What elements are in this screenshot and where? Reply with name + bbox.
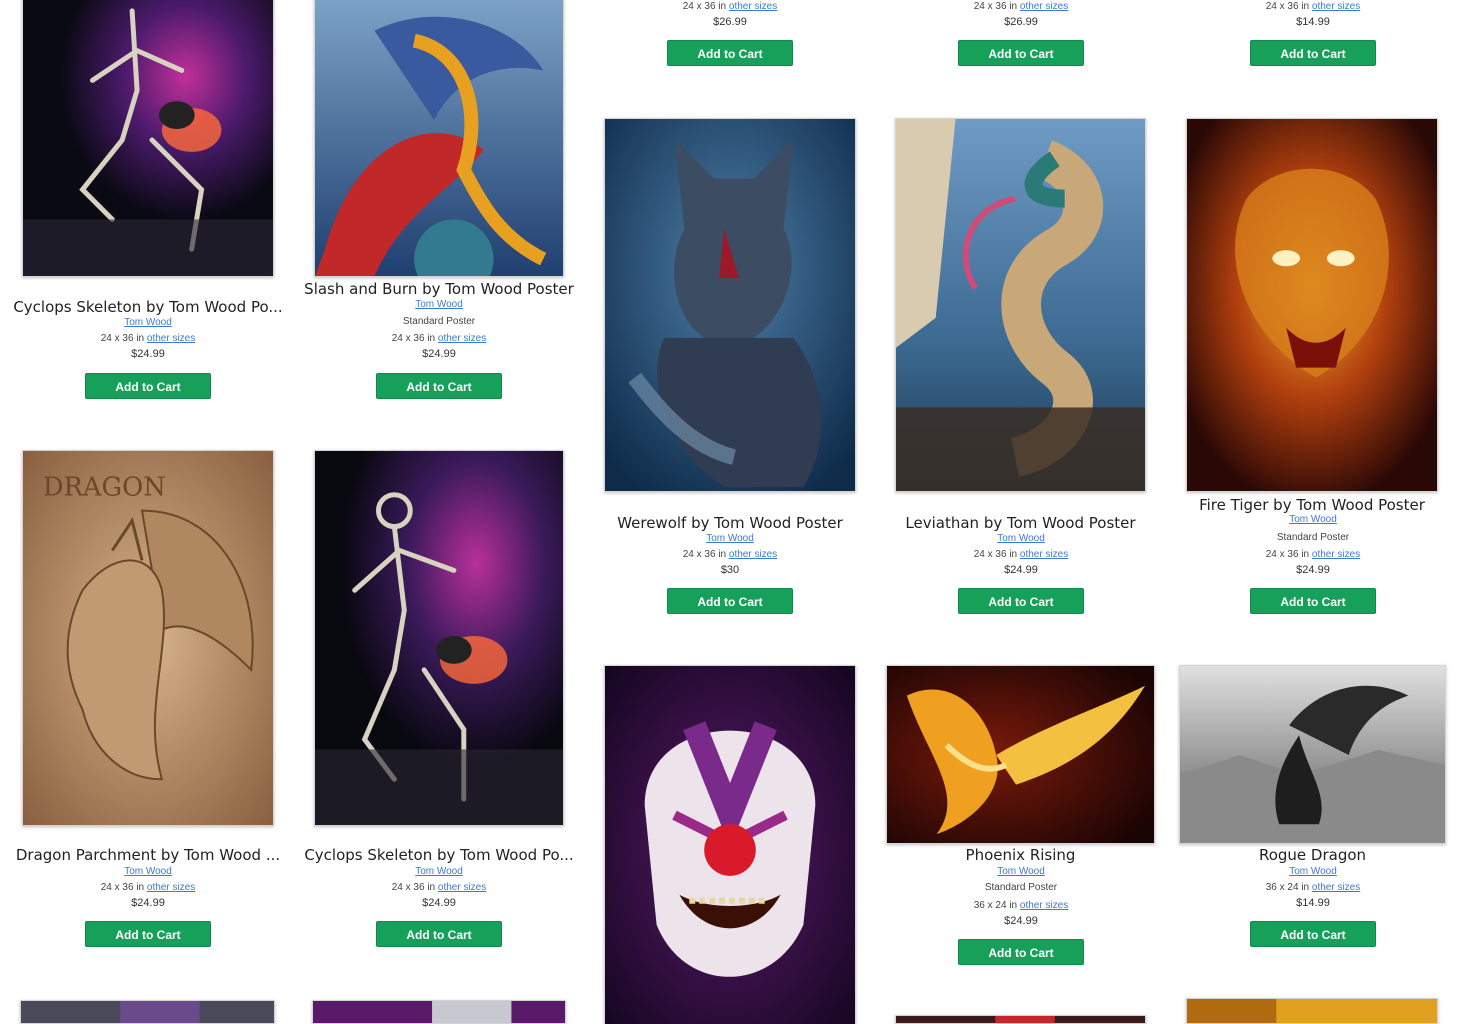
- product-image-slash-and-burn[interactable]: [314, 0, 564, 277]
- other-sizes-link[interactable]: other sizes: [438, 882, 486, 893]
- other-sizes-link[interactable]: other sizes: [1312, 1, 1360, 12]
- product-price: $14.99: [1296, 897, 1330, 909]
- product-size-line: 24 x 36 in other sizes: [100, 333, 196, 344]
- product-price: $24.99: [422, 897, 456, 909]
- add-to-cart-button[interactable]: Add to Cart: [958, 588, 1084, 614]
- add-to-cart-button[interactable]: Add to Cart: [958, 40, 1084, 66]
- poster-type: Standard Poster: [402, 316, 476, 327]
- product-title[interactable]: Slash and Burn by Tom Wood Poster: [304, 280, 574, 298]
- product-price: $24.99: [422, 348, 456, 360]
- product-image-partial[interactable]: [20, 1000, 275, 1024]
- add-to-cart-button[interactable]: Add to Cart: [667, 588, 793, 614]
- product-price: $24.99: [1296, 564, 1330, 576]
- product-title[interactable]: Leviathan by Tom Wood Poster: [895, 514, 1146, 532]
- brand-link[interactable]: Tom Wood: [376, 866, 502, 878]
- product-size-line: 36 x 24 in other sizes: [1265, 882, 1361, 893]
- other-sizes-link[interactable]: other sizes: [1020, 1, 1068, 12]
- product-price: $14.99: [1296, 16, 1330, 28]
- product-price: $26.99: [713, 16, 747, 28]
- product-image-partial[interactable]: [895, 1015, 1146, 1024]
- brand-link[interactable]: Tom Wood: [85, 317, 211, 329]
- add-to-cart-button[interactable]: Add to Cart: [85, 373, 211, 399]
- product-image-dragon-parchment[interactable]: DRAGON: [22, 450, 274, 826]
- add-to-cart-button[interactable]: Add to Cart: [1250, 921, 1376, 947]
- product-size-line: 24 x 36 in other sizes: [1265, 549, 1361, 560]
- brand-link[interactable]: Tom Wood: [85, 866, 211, 878]
- product-size-line: 24 x 36 in other sizes: [682, 1, 778, 12]
- other-sizes-link[interactable]: other sizes: [147, 333, 195, 344]
- product-image-rogue-dragon[interactable]: [1179, 665, 1446, 844]
- product-size-line: 24 x 36 in other sizes: [391, 333, 487, 344]
- other-sizes-link[interactable]: other sizes: [1020, 549, 1068, 560]
- product-size-line: 24 x 36 in other sizes: [973, 549, 1069, 560]
- other-sizes-link[interactable]: other sizes: [729, 549, 777, 560]
- product-title[interactable]: Werewolf by Tom Wood Poster: [604, 514, 856, 532]
- other-sizes-link[interactable]: other sizes: [1312, 882, 1360, 893]
- brand-link[interactable]: Tom Wood: [958, 533, 1084, 545]
- product-title[interactable]: Dragon Parchment by Tom Wood ...: [10, 846, 286, 864]
- other-sizes-link[interactable]: other sizes: [729, 1, 777, 12]
- product-image-cyclops-skeleton[interactable]: [22, 0, 274, 277]
- product-price: $24.99: [1004, 915, 1038, 927]
- product-title[interactable]: Fire Tiger by Tom Wood Poster: [1186, 496, 1438, 514]
- product-image-cyclops-skeleton[interactable]: [314, 450, 564, 826]
- product-image-clown[interactable]: [604, 665, 856, 1024]
- product-title[interactable]: Phoenix Rising: [886, 846, 1155, 864]
- product-size-line: 24 x 36 in other sizes: [973, 1, 1069, 12]
- add-to-cart-button[interactable]: Add to Cart: [376, 921, 502, 947]
- product-image-phoenix-rising[interactable]: [886, 665, 1155, 844]
- product-image-partial[interactable]: [1186, 998, 1438, 1024]
- product-price: $24.99: [131, 348, 165, 360]
- add-to-cart-button[interactable]: Add to Cart: [958, 939, 1084, 965]
- product-size-line: 24 x 36 in other sizes: [1265, 1, 1361, 12]
- other-sizes-link[interactable]: other sizes: [1312, 549, 1360, 560]
- product-image-werewolf[interactable]: [604, 118, 856, 492]
- brand-link[interactable]: Tom Wood: [958, 866, 1084, 878]
- add-to-cart-button[interactable]: Add to Cart: [1250, 40, 1376, 66]
- dragon-art-label: DRAGON: [43, 473, 166, 503]
- poster-type: Standard Poster: [984, 882, 1058, 893]
- product-size-line: 24 x 36 in other sizes: [100, 882, 196, 893]
- add-to-cart-button[interactable]: Add to Cart: [376, 373, 502, 399]
- product-image-partial[interactable]: [312, 1000, 566, 1024]
- product-size-line: 24 x 36 in other sizes: [391, 882, 487, 893]
- product-image-fire-tiger[interactable]: [1186, 118, 1438, 492]
- product-size-line: 24 x 36 in other sizes: [682, 549, 778, 560]
- product-title[interactable]: Cyclops Skeleton by Tom Wood Po...: [302, 846, 576, 864]
- other-sizes-link[interactable]: other sizes: [438, 333, 486, 344]
- product-image-leviathan[interactable]: [895, 118, 1146, 492]
- product-grid-page: 24 x 36 in other sizes $26.99 Add to Car…: [0, 0, 1470, 1024]
- product-price: $26.99: [1004, 16, 1038, 28]
- brand-link[interactable]: Tom Wood: [376, 299, 502, 311]
- add-to-cart-button[interactable]: Add to Cart: [85, 921, 211, 947]
- product-price: $30: [720, 564, 740, 576]
- other-sizes-link[interactable]: other sizes: [1020, 900, 1068, 911]
- add-to-cart-button[interactable]: Add to Cart: [1250, 588, 1376, 614]
- other-sizes-link[interactable]: other sizes: [147, 882, 195, 893]
- brand-link[interactable]: Tom Wood: [1250, 866, 1376, 878]
- brand-link[interactable]: Tom Wood: [1250, 514, 1376, 526]
- poster-type: Standard Poster: [1276, 532, 1350, 543]
- add-to-cart-button[interactable]: Add to Cart: [667, 40, 793, 66]
- product-size-line: 36 x 24 in other sizes: [973, 900, 1069, 911]
- brand-link[interactable]: Tom Wood: [667, 533, 793, 545]
- product-price: $24.99: [1004, 564, 1038, 576]
- product-price: $24.99: [131, 897, 165, 909]
- product-title[interactable]: Rogue Dragon: [1179, 846, 1446, 864]
- product-title[interactable]: Cyclops Skeleton by Tom Wood Po...: [10, 298, 286, 316]
